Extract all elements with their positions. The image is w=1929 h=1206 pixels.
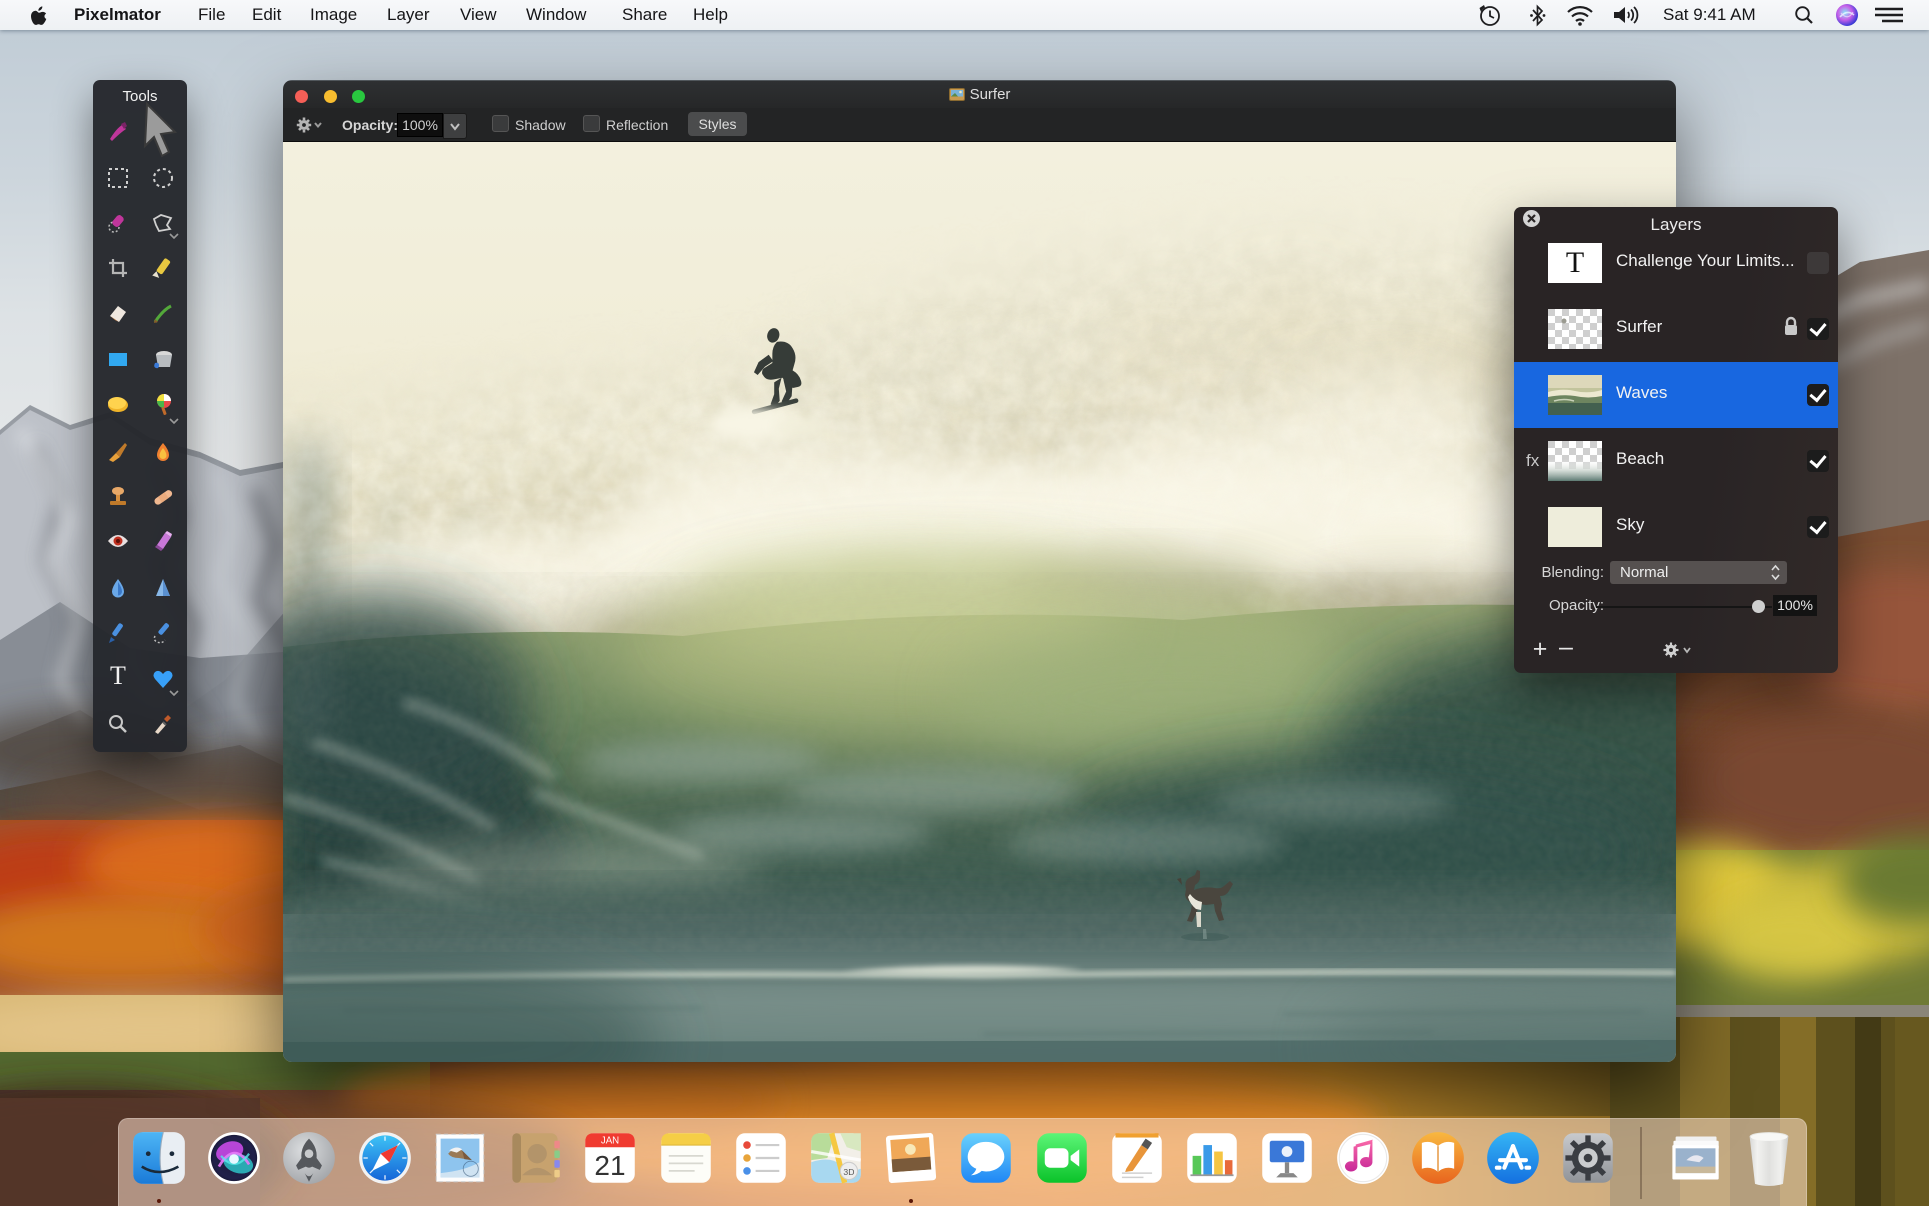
svg-text:21: 21 — [594, 1150, 625, 1181]
svg-text:3D: 3D — [843, 1167, 854, 1177]
svg-text:JAN: JAN — [601, 1135, 619, 1146]
